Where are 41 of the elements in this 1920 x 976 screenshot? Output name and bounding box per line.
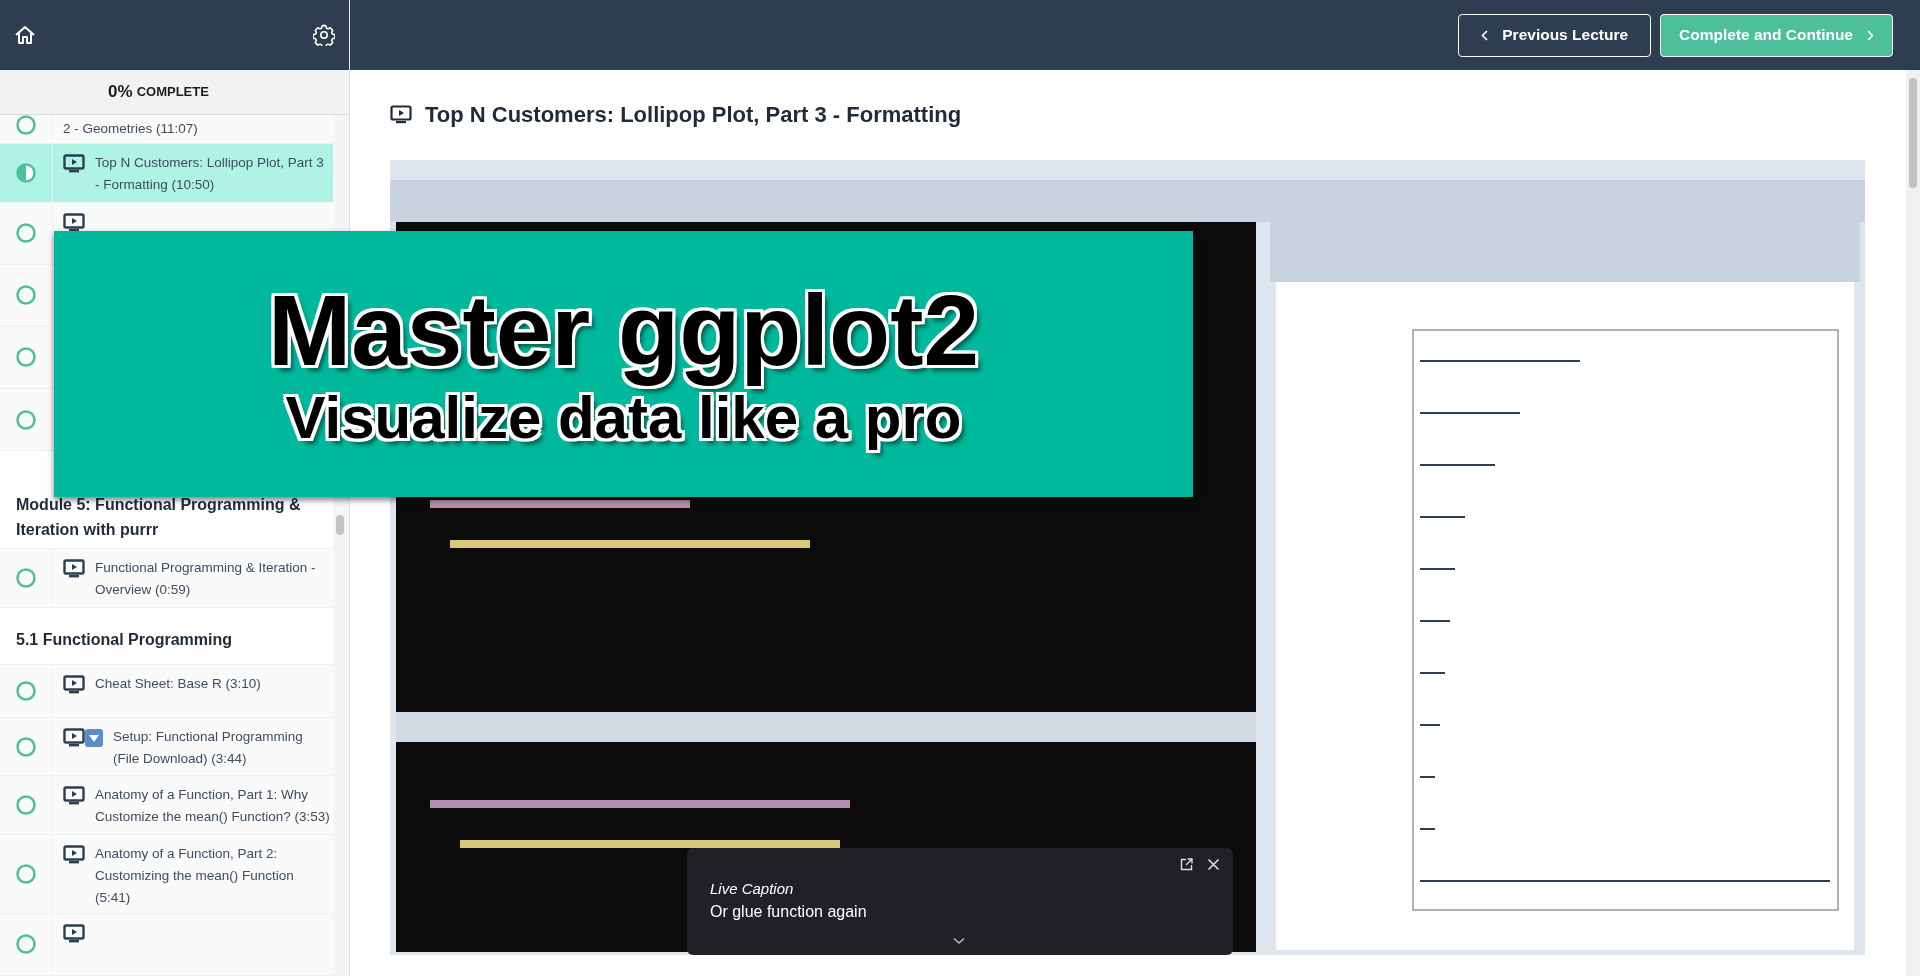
lecture-item[interactable]: 2 - Geometries (11:07)	[0, 115, 333, 145]
video-icon	[63, 212, 85, 232]
video-icon	[63, 923, 85, 943]
lecture-title: Setup: Functional Programming (File Download) (3:44)	[113, 728, 304, 768]
video-icon	[63, 154, 85, 174]
caption-text: Or glue function again	[710, 902, 868, 922]
settings-icon[interactable]	[313, 24, 335, 46]
lecture-item[interactable]: Anatomy of a Function, Part 2: Customizing the mean() Function (5:41)	[0, 834, 333, 914]
close-icon[interactable]	[1207, 858, 1220, 871]
lecture-item[interactable]: Cheat Sheet: Base R (3:10)	[0, 665, 333, 718]
lecture-title: Functional Programming & Iteration - Overview (0:59)	[95, 559, 317, 600]
video-icon	[63, 728, 85, 747]
lecture-title: Top N Customers: Lollipop Plot, Part 3 - Formatting	[425, 100, 962, 129]
open-external-icon[interactable]	[1180, 858, 1193, 871]
lecture-title: Top N Customers: Lollipop Plot, Part 3 - Formatting (10:50)	[95, 154, 325, 195]
lecture-item[interactable]: Setup: Functional Programming (File Download) (3:44)	[0, 718, 333, 777]
progress-percent: 0%	[108, 81, 133, 104]
previous-lecture-button[interactable]: Previous Lecture	[1458, 13, 1652, 57]
home-icon[interactable]	[14, 25, 36, 45]
expand-chevron-icon[interactable]	[953, 937, 965, 945]
lecture-title: Cheat Sheet: Base R (3:10)	[95, 675, 261, 693]
video-icon	[63, 786, 85, 806]
scrollbar-thumb[interactable]	[336, 515, 344, 535]
lecture-title: 2 - Geometries (11:07)	[63, 120, 198, 138]
section-heading: 5.1 Functional Programming	[16, 630, 233, 650]
banner-title: Master ggplot2	[267, 276, 980, 384]
video-icon	[63, 675, 85, 694]
caption-title: Live Caption	[710, 879, 795, 899]
video-icon	[63, 844, 85, 864]
lecture-item[interactable]: Anatomy of a Function, Part 1: Why Customize the mean() Function? (3:53)	[0, 776, 333, 835]
scrollbar-thumb[interactable]	[1909, 78, 1917, 188]
video-icon	[63, 559, 85, 579]
lecture-title: Anatomy of a Function, Part 1: Why Customize the mean() Function? (3:53)	[95, 786, 331, 827]
lecture-title: Anatomy of a Function, Part 2: Customizing the mean() Function (5:41)	[95, 844, 295, 907]
video-icon	[390, 104, 412, 124]
chevron-right-icon	[1867, 29, 1874, 41]
progress-label: COMPLETE	[136, 83, 209, 102]
lecture-item[interactable]: Top N Customers: Lollipop Plot, Part 3 - Formatting (10:50)	[0, 144, 333, 203]
section-heading: Module 5: Functional Programming & Iteration with purrr	[16, 495, 302, 541]
lecture-item[interactable]: Functional Programming & Iteration - Overview (0:59)	[0, 549, 333, 608]
chevron-left-icon	[1481, 29, 1489, 41]
